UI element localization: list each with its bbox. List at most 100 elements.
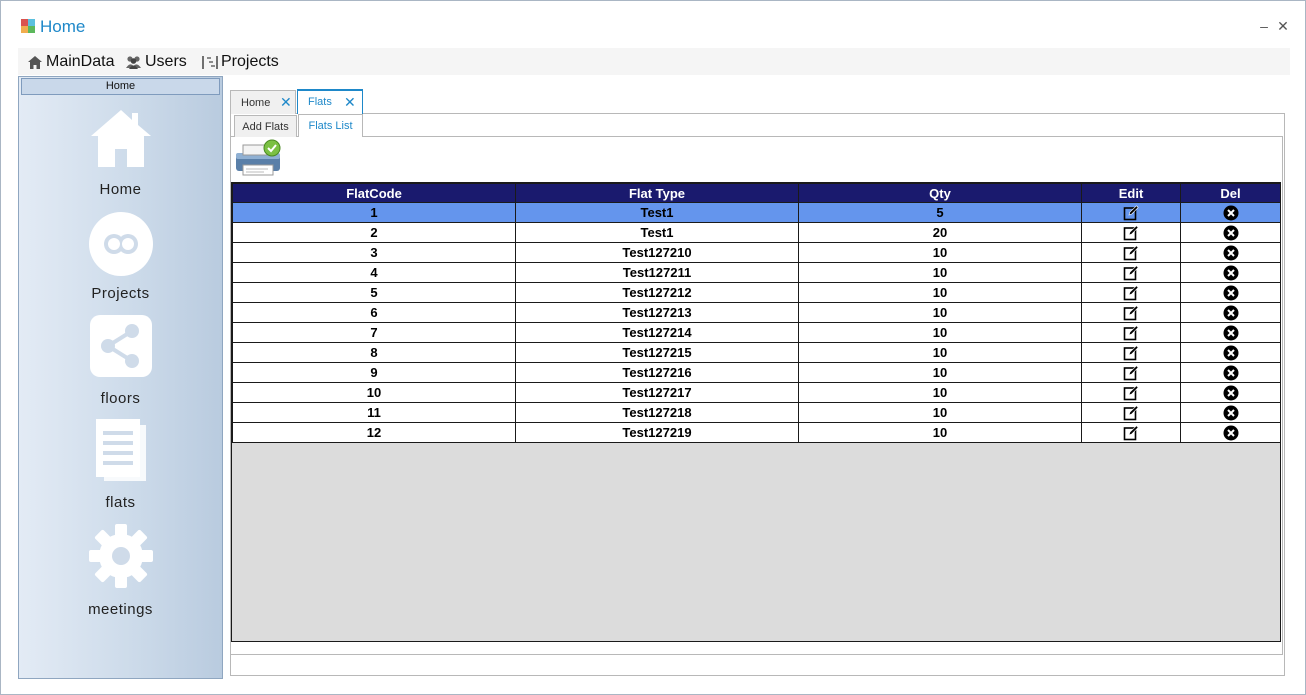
sidebar-item-meetings[interactable]: meetings: [19, 519, 222, 619]
delete-cell[interactable]: [1180, 422, 1281, 443]
edit-cell[interactable]: [1081, 342, 1181, 363]
flat-type-cell[interactable]: Test1: [515, 202, 799, 223]
menu-item-maindata[interactable]: MainData: [27, 51, 114, 73]
delete-cell[interactable]: [1180, 382, 1281, 403]
qty-cell[interactable]: 10: [798, 422, 1082, 443]
edit-icon[interactable]: [1123, 385, 1139, 401]
flat-type-cell[interactable]: Test1: [515, 222, 799, 243]
qty-cell[interactable]: 10: [798, 382, 1082, 403]
delete-cell[interactable]: [1180, 282, 1281, 303]
flatcode-cell[interactable]: 2: [232, 222, 516, 243]
flat-type-cell[interactable]: Test127216: [515, 362, 799, 383]
delete-cell[interactable]: [1180, 222, 1281, 243]
edit-cell[interactable]: [1081, 322, 1181, 343]
qty-cell[interactable]: 10: [798, 282, 1082, 303]
table-row[interactable]: 4 Test127211 10: [232, 262, 1281, 283]
flat-type-cell[interactable]: Test127217: [515, 382, 799, 403]
edit-cell[interactable]: [1081, 402, 1181, 423]
menu-item-users[interactable]: Users: [125, 51, 187, 73]
edit-icon[interactable]: [1123, 365, 1139, 381]
tab-close-icon[interactable]: ✕: [280, 94, 292, 111]
edit-cell[interactable]: [1081, 222, 1181, 243]
delete-cell[interactable]: [1180, 262, 1281, 283]
flatcode-cell[interactable]: 7: [232, 322, 516, 343]
flatcode-cell[interactable]: 6: [232, 302, 516, 323]
delete-icon[interactable]: [1223, 405, 1239, 421]
edit-icon[interactable]: [1123, 305, 1139, 321]
table-row[interactable]: 6 Test127213 10: [232, 302, 1281, 323]
edit-icon[interactable]: [1123, 245, 1139, 261]
edit-icon[interactable]: [1123, 425, 1139, 441]
subtab-flats-list[interactable]: Flats List: [298, 114, 363, 137]
qty-cell[interactable]: 10: [798, 242, 1082, 263]
flat-type-cell[interactable]: Test127210: [515, 242, 799, 263]
qty-cell[interactable]: 20: [798, 222, 1082, 243]
minimize-button[interactable]: –: [1257, 18, 1271, 34]
flatcode-cell[interactable]: 11: [232, 402, 516, 423]
table-row[interactable]: 9 Test127216 10: [232, 362, 1281, 383]
delete-icon[interactable]: [1223, 225, 1239, 241]
qty-cell[interactable]: 10: [798, 302, 1082, 323]
edit-icon[interactable]: [1123, 325, 1139, 341]
sidebar-item-projects[interactable]: Projects: [19, 207, 222, 307]
table-row[interactable]: 3 Test127210 10: [232, 242, 1281, 263]
qty-cell[interactable]: 10: [798, 362, 1082, 383]
flat-type-cell[interactable]: Test127214: [515, 322, 799, 343]
flatcode-cell[interactable]: 3: [232, 242, 516, 263]
flat-type-cell[interactable]: Test127219: [515, 422, 799, 443]
qty-cell[interactable]: 5: [798, 202, 1082, 223]
edit-icon[interactable]: [1123, 265, 1139, 281]
sidebar-item-floors[interactable]: floors: [19, 311, 222, 411]
delete-icon[interactable]: [1223, 245, 1239, 261]
flatcode-cell[interactable]: 1: [232, 202, 516, 223]
delete-icon[interactable]: [1223, 305, 1239, 321]
edit-cell[interactable]: [1081, 382, 1181, 403]
delete-icon[interactable]: [1223, 325, 1239, 341]
column-header-qty[interactable]: Qty: [798, 183, 1082, 203]
delete-cell[interactable]: [1180, 402, 1281, 423]
delete-cell[interactable]: [1180, 242, 1281, 263]
delete-cell[interactable]: [1180, 362, 1281, 383]
flatcode-cell[interactable]: 10: [232, 382, 516, 403]
edit-cell[interactable]: [1081, 202, 1181, 223]
delete-icon[interactable]: [1223, 425, 1239, 441]
edit-cell[interactable]: [1081, 262, 1181, 283]
delete-icon[interactable]: [1223, 345, 1239, 361]
sidebar-item-flats[interactable]: flats: [19, 415, 222, 515]
flatcode-cell[interactable]: 5: [232, 282, 516, 303]
delete-icon[interactable]: [1223, 365, 1239, 381]
print-icon[interactable]: [234, 139, 286, 177]
tab-close-icon[interactable]: ✕: [344, 94, 356, 111]
edit-icon[interactable]: [1123, 225, 1139, 241]
flatcode-cell[interactable]: 9: [232, 362, 516, 383]
table-row[interactable]: 8 Test127215 10: [232, 342, 1281, 363]
edit-icon[interactable]: [1123, 405, 1139, 421]
table-row[interactable]: 7 Test127214 10: [232, 322, 1281, 343]
flat-type-cell[interactable]: Test127215: [515, 342, 799, 363]
flat-type-cell[interactable]: Test127213: [515, 302, 799, 323]
delete-icon[interactable]: [1223, 285, 1239, 301]
qty-cell[interactable]: 10: [798, 322, 1082, 343]
flatcode-cell[interactable]: 4: [232, 262, 516, 283]
edit-cell[interactable]: [1081, 302, 1181, 323]
delete-icon[interactable]: [1223, 265, 1239, 281]
column-header-flat-type[interactable]: Flat Type: [515, 183, 799, 203]
flat-type-cell[interactable]: Test127212: [515, 282, 799, 303]
flat-type-cell[interactable]: Test127218: [515, 402, 799, 423]
table-row[interactable]: 5 Test127212 10: [232, 282, 1281, 303]
qty-cell[interactable]: 10: [798, 402, 1082, 423]
edit-icon[interactable]: [1123, 285, 1139, 301]
subtab-add-flats[interactable]: Add Flats: [234, 115, 297, 137]
delete-cell[interactable]: [1180, 302, 1281, 323]
flatcode-cell[interactable]: 12: [232, 422, 516, 443]
edit-icon[interactable]: [1123, 205, 1139, 221]
column-header-edit[interactable]: Edit: [1081, 183, 1181, 203]
tab-home[interactable]: Home ✕: [230, 90, 296, 114]
delete-icon[interactable]: [1223, 385, 1239, 401]
column-header-del[interactable]: Del: [1180, 183, 1281, 203]
table-row[interactable]: 11 Test127218 10: [232, 402, 1281, 423]
table-row[interactable]: 10 Test127217 10: [232, 382, 1281, 403]
delete-cell[interactable]: [1180, 342, 1281, 363]
edit-icon[interactable]: [1123, 345, 1139, 361]
delete-cell[interactable]: [1180, 322, 1281, 343]
